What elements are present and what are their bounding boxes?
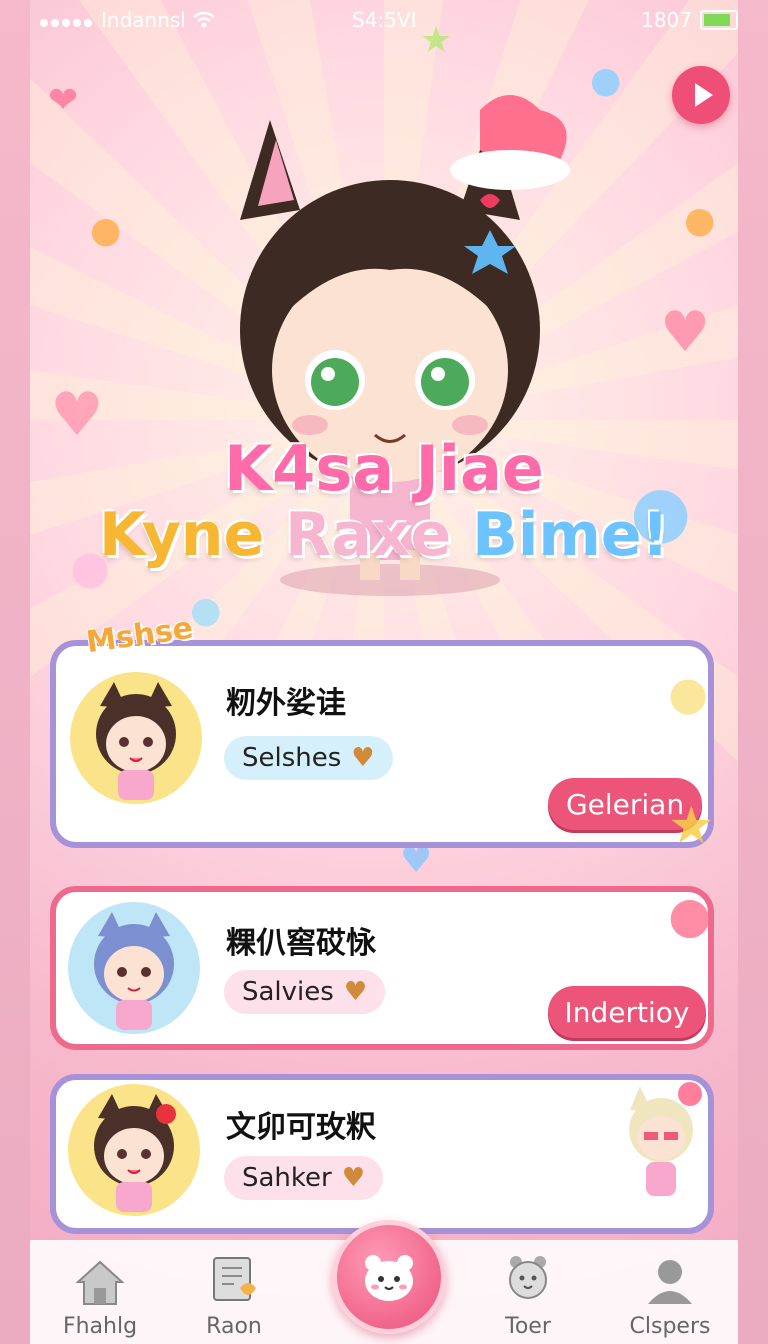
battery-icon bbox=[700, 10, 738, 30]
avatar bbox=[68, 902, 200, 1034]
character-tag: Sahker ♥ bbox=[224, 1156, 384, 1200]
nav-item-profile[interactable]: Clspers bbox=[610, 1250, 730, 1339]
hero-title-line1: K4sa Jiae bbox=[224, 432, 544, 505]
bear-sticker-icon: ● bbox=[684, 200, 716, 241]
character-tag: Selshes ♥ bbox=[224, 736, 393, 780]
character-name: 籾外娑诖 bbox=[226, 686, 346, 721]
battery-group: 1807 bbox=[641, 8, 738, 32]
status-time: S4:5VI bbox=[352, 8, 417, 32]
character-card[interactable]: 文卯可玫粎 Sahker ♥ bbox=[50, 1074, 714, 1234]
nav-item-toer[interactable]: Toer bbox=[468, 1250, 588, 1339]
nav-item-notes[interactable]: Raon bbox=[174, 1250, 294, 1339]
carrier-name: Indannsl bbox=[101, 8, 186, 32]
nav-label: Toer bbox=[505, 1314, 551, 1339]
wifi-icon bbox=[193, 11, 215, 28]
character-card[interactable]: 籾外娑诖 Selshes ♥ Gelerian ★ ● bbox=[50, 640, 715, 856]
bear-sticker-icon: ● bbox=[90, 210, 122, 251]
signal-dots-icon bbox=[40, 8, 95, 32]
heart-icon: ♥ bbox=[341, 1163, 366, 1193]
heart-sticker-icon: ♥ bbox=[660, 300, 711, 365]
hero-title-word: Raxe bbox=[285, 500, 452, 570]
nav-label: Clspers bbox=[629, 1314, 711, 1339]
status-bar: Indannsl S4:5VI 1807 bbox=[30, 0, 738, 40]
heart-icon: ♥ bbox=[351, 743, 375, 773]
tag-label: Sahker bbox=[242, 1163, 332, 1193]
center-action-button[interactable] bbox=[332, 1220, 446, 1334]
notes-icon bbox=[213, 1257, 256, 1301]
battery-text: 1807 bbox=[641, 8, 692, 32]
signal-group: Indannsl bbox=[40, 8, 216, 32]
profile-icon bbox=[648, 1260, 692, 1304]
star-icon: ★ bbox=[668, 796, 715, 856]
cat-sticker-icon: ● bbox=[668, 666, 709, 720]
avatar bbox=[70, 672, 202, 804]
bear-face-icon bbox=[365, 1255, 413, 1301]
character-illustration bbox=[629, 1082, 702, 1196]
tag-label: Selshes bbox=[242, 743, 342, 773]
heart-sticker-icon: ❤ bbox=[48, 80, 79, 121]
bear-icon bbox=[509, 1256, 547, 1299]
character-name: 粿仈窖砹怺 bbox=[226, 926, 376, 961]
home-icon bbox=[75, 1260, 125, 1305]
heart-icon: ♥ bbox=[343, 977, 368, 1007]
hero-title-line2: Kyne Raxe Bime! bbox=[30, 500, 738, 570]
hero-title-word: Bime! bbox=[472, 500, 669, 570]
character-name: 文卯可玫粎 bbox=[226, 1110, 376, 1145]
avatar-character-illustration bbox=[94, 1094, 176, 1212]
cat-sticker-icon: ● bbox=[668, 886, 712, 944]
tag-label: Salvies bbox=[242, 977, 334, 1007]
nav-label: Fhahlg bbox=[62, 1314, 138, 1339]
card-action-button[interactable]: Indertioy bbox=[548, 986, 706, 1038]
character-tag: Salvies ♥ bbox=[224, 970, 386, 1014]
nav-item-home[interactable]: Fhahlg bbox=[40, 1250, 160, 1339]
hero-title-word: Kyne bbox=[99, 500, 265, 570]
nav-label: Raon bbox=[206, 1314, 262, 1339]
character-card[interactable]: 粿仈窖砹怺 Salvies ♥ Indertioy ● bbox=[50, 886, 714, 1050]
play-button[interactable] bbox=[672, 66, 730, 124]
left-background-edge bbox=[0, 0, 30, 1344]
app-screen: ❤ ● ♥ ♥ ● ● ● ● ● ★ ♥ Indannsl S4:5VI 18… bbox=[30, 0, 738, 1344]
avatar-character-illustration bbox=[96, 682, 176, 800]
avatar-character-illustration bbox=[94, 912, 174, 1030]
right-background-edge bbox=[738, 0, 768, 1344]
avatar bbox=[68, 1084, 200, 1216]
